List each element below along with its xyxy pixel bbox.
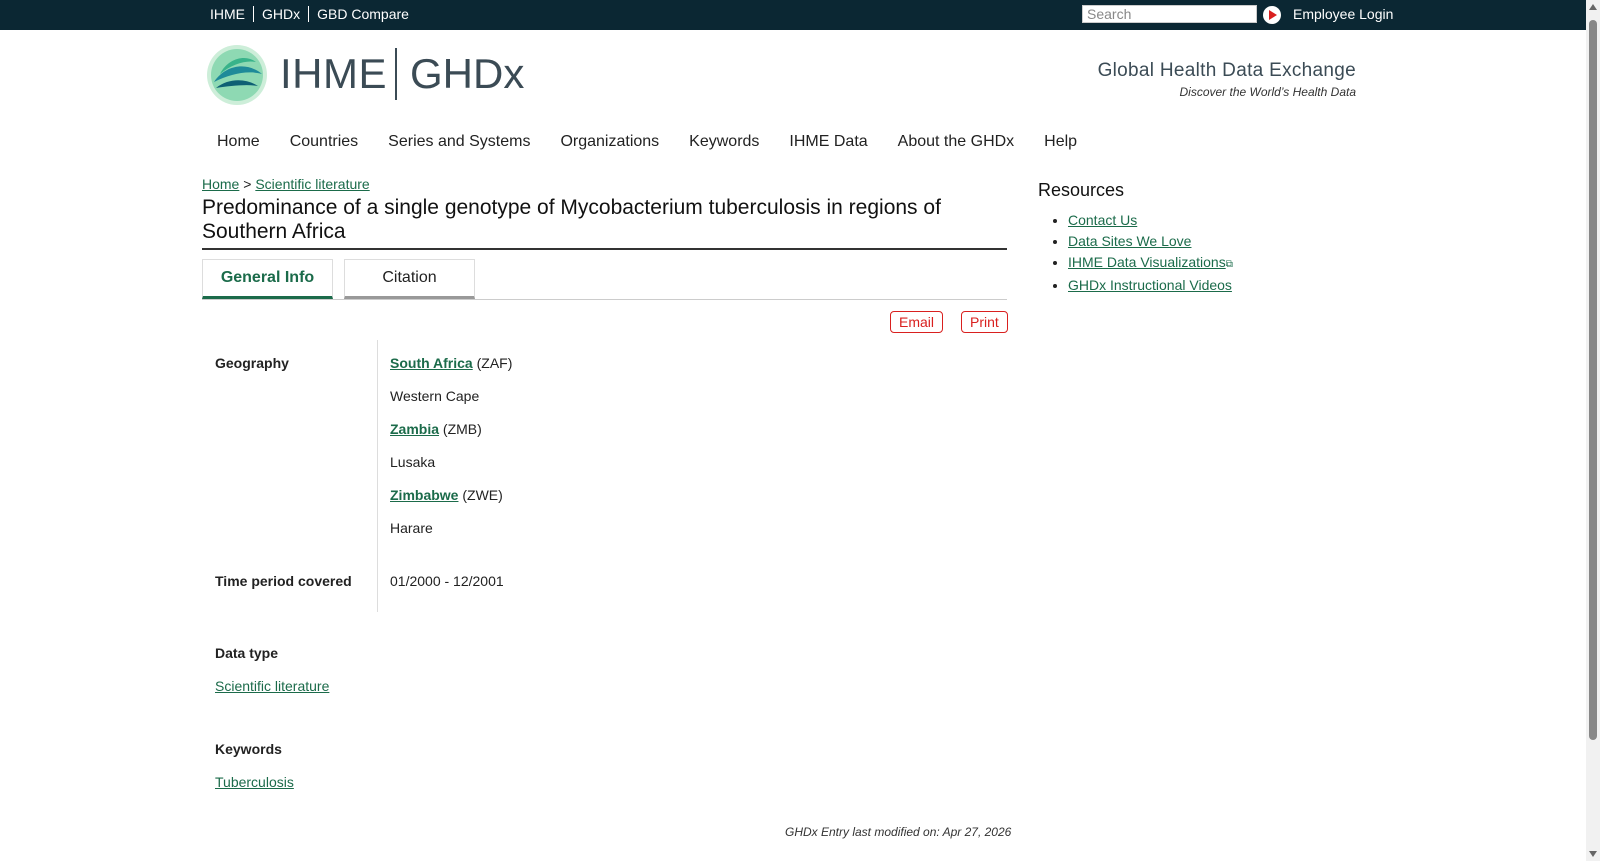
country-link-zambia[interactable]: Zambia — [390, 421, 439, 437]
resource-instructional-videos[interactable]: GHDx Instructional Videos — [1068, 277, 1232, 293]
last-modified: GHDx Entry last modified on: Apr 27, 202… — [785, 825, 1012, 839]
nav-series-and-systems[interactable]: Series and Systems — [373, 133, 545, 151]
breadcrumb-home[interactable]: Home — [202, 176, 239, 192]
scrollbar-thumb[interactable] — [1589, 20, 1597, 740]
data-type-link[interactable]: Scientific literature — [215, 678, 329, 694]
logo-divider — [395, 48, 397, 100]
nav-help[interactable]: Help — [1029, 133, 1092, 151]
top-link-ghdx[interactable]: GHDx — [253, 6, 308, 22]
geo-row: Zambia (ZMB) — [390, 421, 482, 437]
top-links: IHME GHDx GBD Compare — [202, 6, 417, 22]
geo-row: South Africa (ZAF) — [390, 355, 512, 371]
main-nav: Home Countries Series and Systems Organi… — [202, 133, 1092, 151]
page-title: Predominance of a single genotype of Myc… — [202, 196, 1007, 250]
ihme-logo-icon[interactable] — [206, 44, 268, 106]
region-western-cape: Western Cape — [390, 388, 480, 404]
keywords-label: Keywords — [215, 741, 282, 757]
print-button[interactable]: Print — [961, 311, 1008, 333]
list-item: GHDx Instructional Videos — [1068, 278, 1233, 293]
list-item: Contact Us — [1068, 213, 1233, 228]
resources-title: Resources — [1038, 180, 1125, 200]
employee-login-link[interactable]: Employee Login — [1293, 6, 1393, 22]
nav-about-ghdx[interactable]: About the GHDx — [883, 133, 1030, 151]
resource-contact-us[interactable]: Contact Us — [1068, 212, 1137, 228]
search-input[interactable] — [1082, 5, 1257, 23]
keyword-link-tuberculosis[interactable]: Tuberculosis — [215, 774, 294, 790]
tagline-title: Global Health Data Exchange — [1097, 60, 1356, 81]
search-go-icon[interactable] — [1263, 6, 1281, 24]
nav-organizations[interactable]: Organizations — [545, 133, 674, 151]
country-code: (ZAF) — [476, 355, 513, 371]
scroll-down-icon[interactable] — [1589, 851, 1597, 857]
geo-row: Zimbabwe (ZWE) — [390, 487, 503, 503]
logo-ihme-text: IHME — [280, 50, 387, 97]
breadcrumb-scientific-literature[interactable]: Scientific literature — [255, 176, 369, 192]
tagline-subtitle: Discover the World’s Health Data — [1179, 85, 1356, 99]
list-item: IHME Data Visualizations⧉ — [1068, 255, 1233, 272]
country-code: (ZWE) — [462, 487, 503, 503]
tagline: Global Health Data Exchange Discover the… — [1098, 60, 1356, 99]
external-link-icon: ⧉ — [1225, 259, 1233, 270]
nav-keywords[interactable]: Keywords — [674, 133, 774, 151]
tab-bar: General Info Citation — [202, 259, 1007, 300]
details-table: Geography South Africa (ZAF) Western Cap… — [202, 340, 1007, 612]
time-period-label: Time period covered — [215, 573, 352, 589]
nav-ihme-data[interactable]: IHME Data — [774, 133, 882, 151]
email-button[interactable]: Email — [890, 311, 944, 333]
region-lusaka: Lusaka — [390, 454, 436, 470]
data-type-label: Data type — [215, 645, 279, 661]
time-period-value: 01/2000 - 12/2001 — [390, 573, 504, 589]
geography-label: Geography — [215, 355, 289, 371]
breadcrumb-separator: > — [243, 176, 252, 192]
resources-list: Contact Us Data Sites We Love IHME Data … — [1038, 213, 1233, 299]
list-item: Data Sites We Love — [1068, 234, 1233, 249]
resource-data-sites[interactable]: Data Sites We Love — [1068, 233, 1191, 249]
resource-ihme-visualizations[interactable]: IHME Data Visualizations — [1068, 254, 1226, 270]
page-scrollbar[interactable] — [1586, 0, 1600, 861]
region-harare: Harare — [390, 520, 433, 536]
nav-home[interactable]: Home — [202, 133, 275, 151]
tab-citation[interactable]: Citation — [344, 259, 475, 299]
tab-general-info[interactable]: General Info — [202, 259, 333, 299]
breadcrumb: Home > Scientific literature — [202, 176, 370, 192]
scroll-up-icon[interactable] — [1589, 4, 1597, 10]
country-link-zimbabwe[interactable]: Zimbabwe — [390, 487, 458, 503]
details-divider — [377, 340, 378, 612]
logo-ghdx-text: GHDx — [410, 50, 525, 97]
top-link-gbd-compare[interactable]: GBD Compare — [308, 6, 417, 22]
country-link-south-africa[interactable]: South Africa — [390, 355, 473, 371]
country-code: (ZMB) — [442, 421, 482, 437]
top-link-ihme[interactable]: IHME — [202, 6, 253, 22]
nav-countries[interactable]: Countries — [275, 133, 373, 151]
top-bar: IHME GHDx GBD Compare Employee Login — [0, 0, 1586, 30]
